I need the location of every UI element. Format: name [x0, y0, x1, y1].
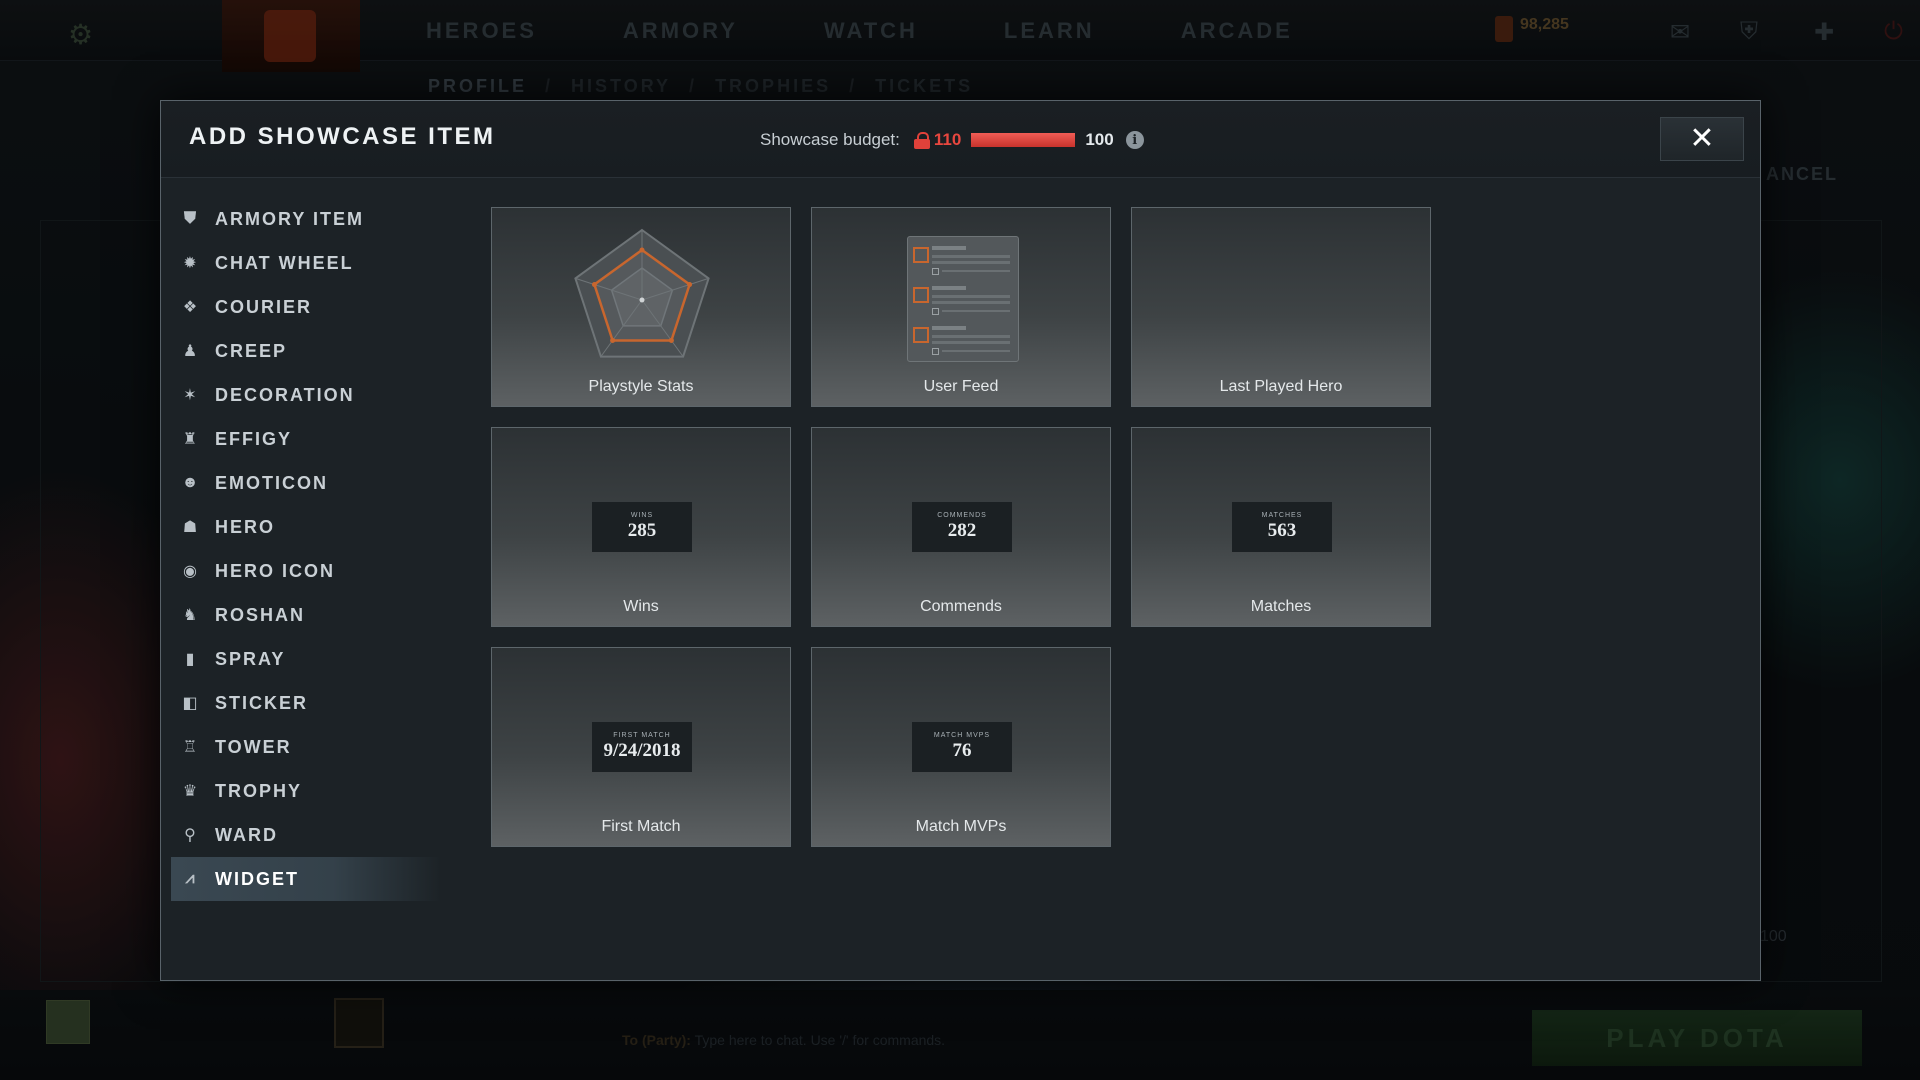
add-showcase-item-dialog: ADD SHOWCASE ITEM Showcase budget: 110 1… [160, 100, 1761, 981]
stat-caption: MATCH MVPS [933, 732, 991, 739]
sidebar-item-courier[interactable]: ❖ COURIER [171, 285, 441, 329]
creep-icon: ♟ [182, 343, 200, 360]
widget-card-label: Playstyle Stats [588, 378, 694, 395]
sidebar-item-armory-item[interactable]: ⛊ ARMORY ITEM [171, 197, 441, 241]
sidebar-item-label: TROPHY [215, 780, 303, 801]
sidebar-item-decoration[interactable]: ✶ DECORATION [171, 373, 441, 417]
trophy-icon: ♛ [182, 783, 200, 800]
decoration-icon: ✶ [183, 387, 199, 404]
sidebar-item-widget[interactable]: ⩘ WIDGET [171, 857, 441, 901]
info-icon[interactable]: i [1125, 131, 1144, 149]
courier-icon: ❖ [182, 299, 200, 316]
widget-card-label: Commends [920, 598, 1002, 615]
chat-wheel-icon: ✹ [183, 255, 199, 272]
user-feed-icon [907, 236, 1019, 362]
dialog-title: ADD SHOWCASE ITEM [189, 123, 496, 150]
stat-value: 9/24/2018 [603, 740, 681, 761]
budget-label: Showcase budget: [760, 130, 900, 149]
sidebar-item-label: EFFIGY [215, 428, 293, 449]
widget-card-label: Match MVPs [915, 818, 1007, 835]
widget-card-user-feed[interactable]: User Feed [811, 207, 1111, 407]
stat-value: 285 [627, 520, 657, 541]
sidebar-item-creep[interactable]: ♟ CREEP [171, 329, 441, 373]
stat-value: 563 [1267, 520, 1297, 541]
stat-preview: MATCHES 563 [1232, 502, 1332, 552]
sticker-icon: ◧ [182, 695, 200, 712]
widget-card-playstyle-stats[interactable]: Playstyle Stats [491, 207, 791, 407]
effigy-icon: ♜ [182, 431, 200, 448]
showcase-budget: Showcase budget: 110 100 i [760, 127, 1144, 153]
stat-value: 282 [947, 520, 977, 541]
roshan-icon: ♞ [182, 607, 200, 624]
budget-bar-fill [971, 133, 1076, 147]
sidebar-item-ward[interactable]: ⚲ WARD [171, 813, 441, 857]
sidebar-item-spray[interactable]: ▮ SPRAY [171, 637, 441, 681]
widget-card-commends[interactable]: COMMENDS 282 Commends [811, 427, 1111, 627]
stat-preview: MATCH MVPS 76 [912, 722, 1012, 772]
sidebar-item-label: STICKER [215, 692, 309, 713]
sidebar-item-label: ROSHAN [215, 604, 306, 625]
widget-card-label: Last Played Hero [1219, 378, 1343, 395]
radar-chart-icon [574, 228, 710, 358]
stat-caption: MATCHES [1261, 512, 1303, 519]
sidebar-item-label: TOWER [215, 736, 292, 757]
category-sidebar: ⛊ ARMORY ITEM ✹ CHAT WHEEL ❖ COURIER ♟ CREEP ✶ DE… [171, 197, 441, 901]
widget-card-match-mvps[interactable]: MATCH MVPS 76 Match MVPs [811, 647, 1111, 847]
sidebar-item-label: WIDGET [215, 868, 299, 889]
sidebar-item-label: CREEP [215, 340, 288, 361]
sidebar-item-label: HERO [215, 516, 276, 537]
sidebar-item-label: COURIER [215, 296, 313, 317]
ward-icon: ⚲ [184, 827, 198, 844]
sidebar-item-hero[interactable]: ☗ HERO [171, 505, 441, 549]
stat-preview: COMMENDS 282 [912, 502, 1012, 552]
sidebar-item-trophy[interactable]: ♛ TROPHY [171, 769, 441, 813]
spray-icon: ▮ [185, 651, 197, 668]
widget-card-label: Matches [1250, 598, 1312, 615]
budget-used-value: 110 [933, 130, 962, 149]
emoticon-icon: ☻ [181, 474, 201, 491]
budget-bar [971, 133, 1076, 147]
widget-card-last-played-hero[interactable]: Last Played Hero [1131, 207, 1431, 407]
sidebar-item-label: SPRAY [215, 648, 286, 669]
widget-card-first-match[interactable]: FIRST MATCH 9/24/2018 First Match [491, 647, 791, 847]
stat-preview: FIRST MATCH 9/24/2018 [592, 722, 692, 772]
sidebar-item-effigy[interactable]: ♜ EFFIGY [171, 417, 441, 461]
sidebar-item-hero-icon[interactable]: ◉ HERO ICON [171, 549, 441, 593]
hero-icon-icon: ◉ [183, 563, 199, 580]
hero-icon: ☗ [182, 519, 200, 536]
widget-icon: ⩘ [185, 870, 197, 887]
sidebar-item-label: CHAT WHEEL [215, 252, 354, 273]
stat-caption: COMMENDS [937, 512, 987, 519]
stat-value: 76 [952, 740, 972, 761]
close-icon: ✕ [1689, 122, 1715, 155]
widget-grid: Playstyle Stats User Feed Last Played Hero… [491, 207, 1431, 847]
sidebar-item-label: DECORATION [215, 384, 355, 405]
sidebar-item-label: EMOTICON [215, 472, 328, 493]
stat-caption: FIRST MATCH [613, 732, 671, 739]
budget-lock-icon [913, 132, 930, 149]
stat-caption: WINS [630, 512, 654, 519]
sidebar-item-label: HERO ICON [215, 560, 336, 581]
widget-card-matches[interactable]: MATCHES 563 Matches [1131, 427, 1431, 627]
widget-card-label: Wins [623, 598, 659, 615]
sidebar-item-roshan[interactable]: ♞ ROSHAN [171, 593, 441, 637]
sidebar-item-sticker[interactable]: ◧ STICKER [171, 681, 441, 725]
dialog-header: ADD SHOWCASE ITEM Showcase budget: 110 1… [161, 101, 1760, 178]
sidebar-item-label: ARMORY ITEM [215, 208, 365, 229]
widget-card-wins[interactable]: WINS 285 Wins [491, 427, 791, 627]
armory-icon: ⛊ [183, 210, 198, 227]
budget-max-value: 100 [1085, 130, 1114, 149]
stat-preview: WINS 285 [592, 502, 692, 552]
sidebar-item-label: WARD [215, 824, 278, 845]
sidebar-item-emoticon[interactable]: ☻ EMOTICON [171, 461, 441, 505]
widget-card-label: User Feed [923, 378, 999, 395]
sidebar-item-tower[interactable]: ♖ TOWER [171, 725, 441, 769]
widget-card-label: First Match [601, 818, 681, 835]
sidebar-item-chat-wheel[interactable]: ✹ CHAT WHEEL [171, 241, 441, 285]
tower-icon: ♖ [182, 739, 200, 756]
close-button[interactable]: ✕ [1660, 117, 1744, 161]
